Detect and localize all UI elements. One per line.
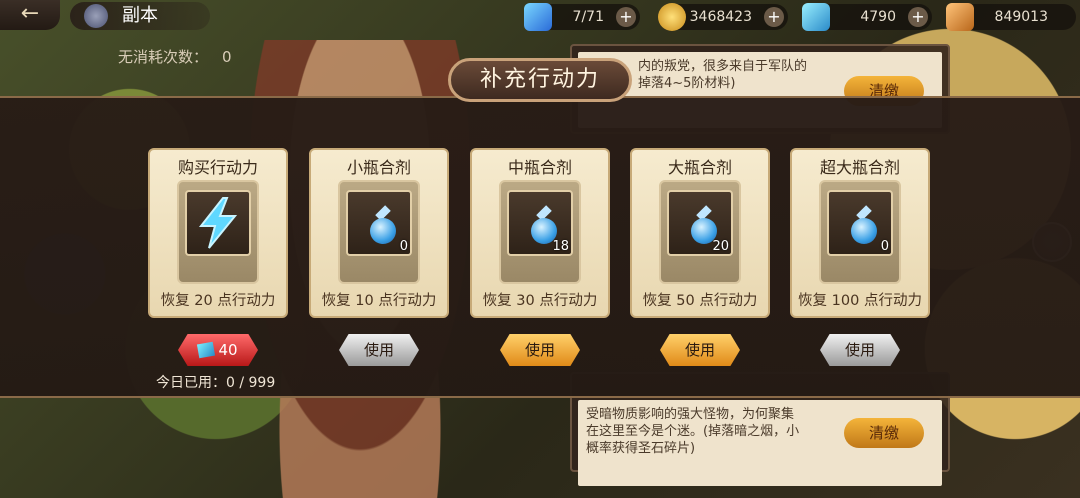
- add-stamina-button[interactable]: +: [616, 7, 636, 27]
- item-slot: [177, 180, 259, 284]
- use-medium-potion-button[interactable]: 使用: [500, 334, 580, 366]
- resource-counter: 849013: [946, 3, 1076, 31]
- item-quantity: 0: [880, 239, 889, 254]
- item-slot: 20: [659, 180, 741, 284]
- item-slot: 0: [819, 180, 901, 284]
- item-quantity: 0: [399, 239, 408, 254]
- gold-counter: 3468423 +: [658, 3, 788, 31]
- item-slot: 18: [499, 180, 581, 284]
- card-title: 小瓶合剂: [346, 158, 411, 177]
- buy-stamina-button[interactable]: 40: [178, 334, 258, 366]
- gem-icon: [197, 341, 216, 359]
- card-description: 恢复 30 点行动力: [482, 293, 598, 309]
- use-small-potion-button[interactable]: 使用: [339, 334, 419, 366]
- gem-counter: 4790 +: [802, 3, 932, 31]
- large-potion-card: 大瓶合剂 20 恢复 50 点行动力: [630, 148, 770, 318]
- free-count-value: 0: [222, 48, 232, 66]
- back-arrow-icon: ←: [20, 1, 40, 26]
- gold-value: 3468423: [689, 9, 752, 25]
- card-title: 购买行动力: [177, 158, 258, 177]
- small-potion-icon: [370, 205, 396, 246]
- clear-button[interactable]: 清缴: [844, 418, 924, 448]
- add-gold-button[interactable]: +: [764, 7, 784, 27]
- small-potion-card: 小瓶合剂 0 恢复 10 点行动力: [309, 148, 449, 318]
- card-title: 大瓶合剂: [667, 158, 732, 177]
- card-title: 超大瓶合剂: [819, 158, 900, 177]
- stamina-icon: [524, 3, 552, 31]
- card-title: 中瓶合剂: [507, 158, 572, 177]
- gem-icon: [802, 3, 830, 31]
- card-description: 恢复 100 点行动力: [798, 293, 922, 309]
- used-today-label: 今日已用：: [156, 375, 226, 391]
- use-large-potion-button[interactable]: 使用: [660, 334, 740, 366]
- card-description: 恢复 50 点行动力: [642, 293, 758, 309]
- buy-cost: 40: [218, 341, 238, 359]
- card-description: 恢复 10 点行动力: [321, 293, 437, 309]
- item-quantity: 20: [712, 239, 729, 254]
- medium-potion-card: 中瓶合剂 18 恢复 30 点行动力: [470, 148, 610, 318]
- free-count-label: 无消耗次数：: [118, 48, 209, 66]
- top-bar: ← 副本 7/71 + 3468423 + 4790 + 849013: [0, 0, 1080, 34]
- resource-value: 849013: [994, 9, 1048, 25]
- use-extra-large-potion-button[interactable]: 使用: [820, 334, 900, 366]
- stamina-counter: 7/71 +: [524, 3, 640, 31]
- dungeon-emblem-icon: [84, 4, 108, 28]
- gold-coin-icon: [658, 3, 686, 31]
- dialog-title: 补充行动力: [448, 58, 632, 102]
- extra-large-potion-icon: [851, 205, 877, 246]
- resource-icon: [946, 3, 974, 31]
- gem-value: 4790: [860, 9, 896, 25]
- back-button[interactable]: ←: [0, 0, 60, 30]
- lightning-icon: [198, 197, 238, 249]
- used-today: 今日已用：0 / 999: [156, 372, 275, 392]
- extra-large-potion-card: 超大瓶合剂 0 恢复 100 点行动力: [790, 148, 930, 318]
- item-quantity: 18: [552, 239, 569, 254]
- add-gem-button[interactable]: +: [908, 7, 928, 27]
- stamina-value: 7/71: [572, 9, 604, 25]
- item-frame: [185, 190, 251, 256]
- used-today-value: 0 / 999: [226, 375, 276, 391]
- buy-stamina-card: 购买行动力 恢复 20 点行动力: [148, 148, 288, 318]
- item-slot: 0: [338, 180, 420, 284]
- card-description: 恢复 20 点行动力: [160, 293, 276, 309]
- free-count: 无消耗次数： 0: [118, 46, 232, 67]
